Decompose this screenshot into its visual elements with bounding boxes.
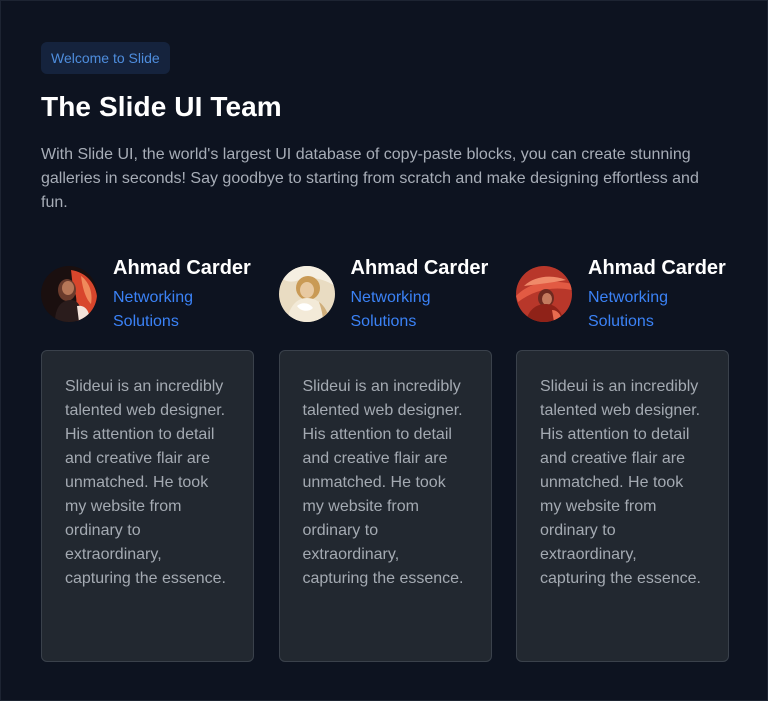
team-section: Welcome to Slide The Slide UI Team With … xyxy=(0,0,768,701)
team-member-card: Ahmad Carder Networking Solutions Slideu… xyxy=(41,257,254,662)
member-role: Networking Solutions xyxy=(113,289,194,330)
team-member-card: Ahmad Carder Networking Solutions Slideu… xyxy=(278,257,492,662)
intro-text: With Slide UI, the world's largest UI da… xyxy=(41,146,699,211)
avatar xyxy=(278,266,335,322)
testimonial-card: Slideui is an incredibly talented web de… xyxy=(41,350,254,662)
member-name: Ahmad Carder xyxy=(350,257,489,279)
portrait-light-avatar xyxy=(278,266,335,322)
testimonial-card: Slideui is an incredibly talented web de… xyxy=(516,350,729,662)
welcome-badge: Welcome to Slide xyxy=(41,42,170,74)
member-header: Ahmad Carder Networking Solutions xyxy=(516,257,729,350)
member-role: Networking Solutions xyxy=(350,289,431,330)
portrait-red-avatar xyxy=(41,266,97,322)
avatar xyxy=(516,266,572,322)
page-title: The Slide UI Team xyxy=(41,91,282,122)
member-header: Ahmad Carder Networking Solutions xyxy=(278,257,492,350)
avatar xyxy=(41,266,97,322)
member-role: Networking Solutions xyxy=(588,289,669,330)
team-member-card: Ahmad Carder Networking Solutions Slideu… xyxy=(516,257,729,662)
portrait-hat-avatar xyxy=(516,266,572,322)
team-grid: Ahmad Carder Networking Solutions Slideu… xyxy=(41,257,729,662)
member-name: Ahmad Carder xyxy=(588,257,726,279)
member-name: Ahmad Carder xyxy=(113,257,251,279)
member-header: Ahmad Carder Networking Solutions xyxy=(41,257,254,350)
testimonial-card: Slideui is an incredibly talented web de… xyxy=(278,350,492,662)
